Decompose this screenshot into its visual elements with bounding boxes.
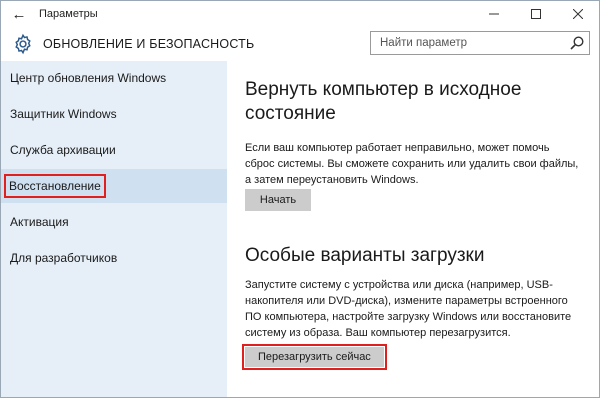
- get-started-button[interactable]: Начать: [245, 189, 311, 211]
- sidebar-item-label: Центр обновления Windows: [10, 71, 167, 85]
- gear-icon: [15, 33, 31, 55]
- reset-description-line3: а затем переустановить Windows.: [245, 174, 419, 186]
- reset-heading-line2: состояние: [245, 103, 336, 124]
- advanced-description-line2: накопителя или DVD-диска), измените пара…: [245, 295, 568, 307]
- back-button[interactable]: ←: [1, 1, 37, 27]
- maximize-button[interactable]: [515, 1, 557, 27]
- sidebar-item-recovery[interactable]: Восстановление: [1, 169, 227, 203]
- sidebar-item-label: Для разработчиков: [10, 251, 118, 265]
- search-icon[interactable]: [569, 35, 585, 51]
- sidebar-item-windows-update[interactable]: Центр обновления Windows: [1, 61, 227, 95]
- sidebar-item-windows-defender[interactable]: Защитник Windows: [1, 97, 227, 131]
- window-title: Параметры: [39, 8, 98, 20]
- sidebar-item-label: Служба архивации: [10, 143, 116, 157]
- sidebar-item-label: Восстановление: [4, 174, 106, 198]
- sidebar-item-for-developers[interactable]: Для разработчиков: [1, 241, 227, 275]
- settings-window: ← Параметры ОБНОВЛЕНИЕ И БЕЗОПАСНОСТЬ На…: [0, 0, 600, 398]
- restart-highlight: Перезагрузить сейчас: [242, 344, 387, 370]
- advanced-description-line1: Запустите систему с устройства или диска…: [245, 279, 553, 291]
- reset-description-line2: сброс системы. Вы сможете сохранить или …: [245, 158, 579, 170]
- reset-description-line1: Если ваш компьютер работает неправильно,…: [245, 142, 550, 154]
- window-controls: [473, 1, 599, 27]
- title-bar: ← Параметры: [1, 1, 599, 27]
- advanced-description-line3: ПО компьютера, настройте загрузку Window…: [245, 311, 572, 323]
- search-input[interactable]: [371, 32, 570, 54]
- main-content: Вернуть компьютер в исходное состояние Е…: [227, 61, 599, 397]
- minimize-button[interactable]: [473, 1, 515, 27]
- restart-now-button[interactable]: Перезагрузить сейчас: [245, 347, 384, 367]
- close-button[interactable]: [557, 1, 599, 27]
- section-title: ОБНОВЛЕНИЕ И БЕЗОПАСНОСТЬ: [43, 37, 255, 51]
- advanced-description-line4: систему из образа. Ваш компьютер перезаг…: [245, 327, 511, 339]
- maximize-icon: [531, 9, 541, 19]
- back-arrow-icon: ←: [11, 5, 27, 23]
- sidebar-item-backup[interactable]: Служба архивации: [1, 133, 227, 167]
- close-icon: [573, 9, 583, 19]
- reset-heading-line1: Вернуть компьютер в исходное: [245, 79, 522, 100]
- settings-header: ОБНОВЛЕНИЕ И БЕЗОПАСНОСТЬ: [1, 27, 599, 61]
- sidebar-item-label: Защитник Windows: [10, 107, 117, 121]
- sidebar-item-label: Активация: [10, 215, 69, 229]
- search-box[interactable]: [370, 31, 590, 55]
- advanced-startup-heading: Особые варианты загрузки: [245, 245, 485, 266]
- minimize-icon: [489, 13, 499, 15]
- sidebar-item-activation[interactable]: Активация: [1, 205, 227, 239]
- sidebar: Центр обновления Windows Защитник Window…: [1, 61, 227, 397]
